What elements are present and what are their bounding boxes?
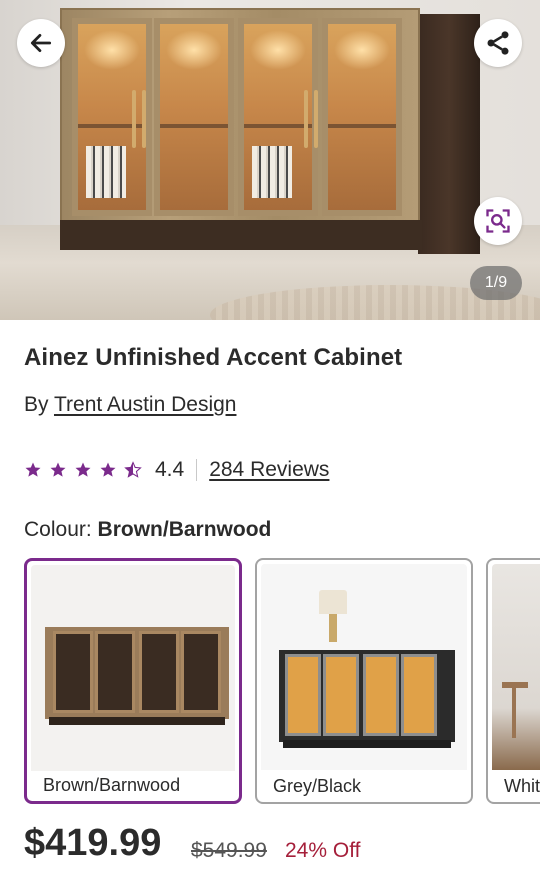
swatch-label: Grey/Black [273, 776, 362, 796]
cabinet-handle [304, 90, 308, 148]
swatch-cabinet-door [363, 654, 399, 736]
byline-prefix: By [24, 393, 49, 416]
brand-link[interactable]: Trent Austin Design [54, 393, 236, 416]
star-full-icon [75, 462, 91, 477]
colour-swatch-brown-barnwood[interactable]: Brown/Barnwood [24, 558, 242, 804]
swatch-lamp [319, 590, 347, 614]
swatch-lamp-base [329, 614, 337, 642]
swatch-side-table-leg [512, 688, 516, 738]
current-price: $419.99 [24, 822, 162, 864]
rating-stars [24, 461, 142, 479]
swatch-cabinet-base [49, 717, 225, 725]
discount-badge: 24% Off [285, 839, 361, 862]
back-button[interactable] [17, 19, 65, 67]
swatch-cabinet-door [285, 654, 321, 736]
cabinet-body [60, 8, 420, 223]
swatch-image [492, 564, 540, 770]
swatch-label: White [504, 776, 540, 796]
image-counter: 1/9 [470, 266, 522, 300]
cabinet-handle [142, 90, 146, 148]
swatch-image [31, 565, 235, 771]
swatch-cabinet-brown [45, 621, 229, 725]
colour-label: Colour: [24, 518, 92, 541]
colour-selected-value: Brown/Barnwood [97, 518, 272, 541]
visual-search-icon [486, 209, 510, 233]
product-title: Ainez Unfinished Accent Cabinet [24, 344, 403, 371]
share-button[interactable] [474, 19, 522, 67]
arrow-left-icon [30, 34, 52, 52]
colour-heading: Colour: Brown/Barnwood [24, 518, 271, 542]
rating-divider [196, 459, 198, 481]
product-image-gallery[interactable]: 1/9 [0, 0, 540, 320]
cabinet-handle [132, 90, 136, 148]
share-icon [487, 31, 509, 55]
visual-search-button[interactable] [474, 197, 522, 245]
swatch-cabinet-grey [279, 644, 455, 748]
star-full-icon [100, 462, 116, 477]
rating-value: 4.4 [155, 458, 185, 481]
swatch-cabinet-door [323, 654, 359, 736]
rating-row[interactable]: 4.4 284 Reviews [24, 456, 329, 484]
swatch-label: Brown/Barnwood [43, 775, 181, 795]
colour-swatch-white[interactable]: White [486, 558, 540, 804]
original-price: $549.99 [191, 839, 267, 862]
reviews-link[interactable]: 284 Reviews [209, 458, 329, 482]
cabinet-door [154, 18, 234, 216]
swatch-cabinet-door [95, 631, 135, 713]
cabinet-handle [314, 90, 318, 148]
swatch-cabinet-door [181, 631, 221, 713]
star-full-icon [50, 462, 66, 477]
cabinet-door [72, 18, 152, 216]
cabinet-base [60, 220, 422, 250]
swatch-image [261, 564, 467, 770]
swatch-cabinet-door [401, 654, 437, 736]
cabinet-door [322, 18, 402, 216]
product-image-cabinet [60, 8, 480, 258]
swatch-cabinet-door [53, 631, 93, 713]
star-half-icon [124, 461, 142, 478]
product-byline: By Trent Austin Design [24, 393, 236, 417]
colour-swatch-grey-black[interactable]: Grey/Black [255, 558, 473, 804]
colour-swatch-list: Brown/Barnwood Grey/Black White [24, 558, 540, 805]
cabinet-side [418, 14, 480, 254]
star-full-icon [25, 462, 41, 477]
swatch-cabinet-base [283, 740, 451, 748]
swatch-cabinet-door [139, 631, 179, 713]
